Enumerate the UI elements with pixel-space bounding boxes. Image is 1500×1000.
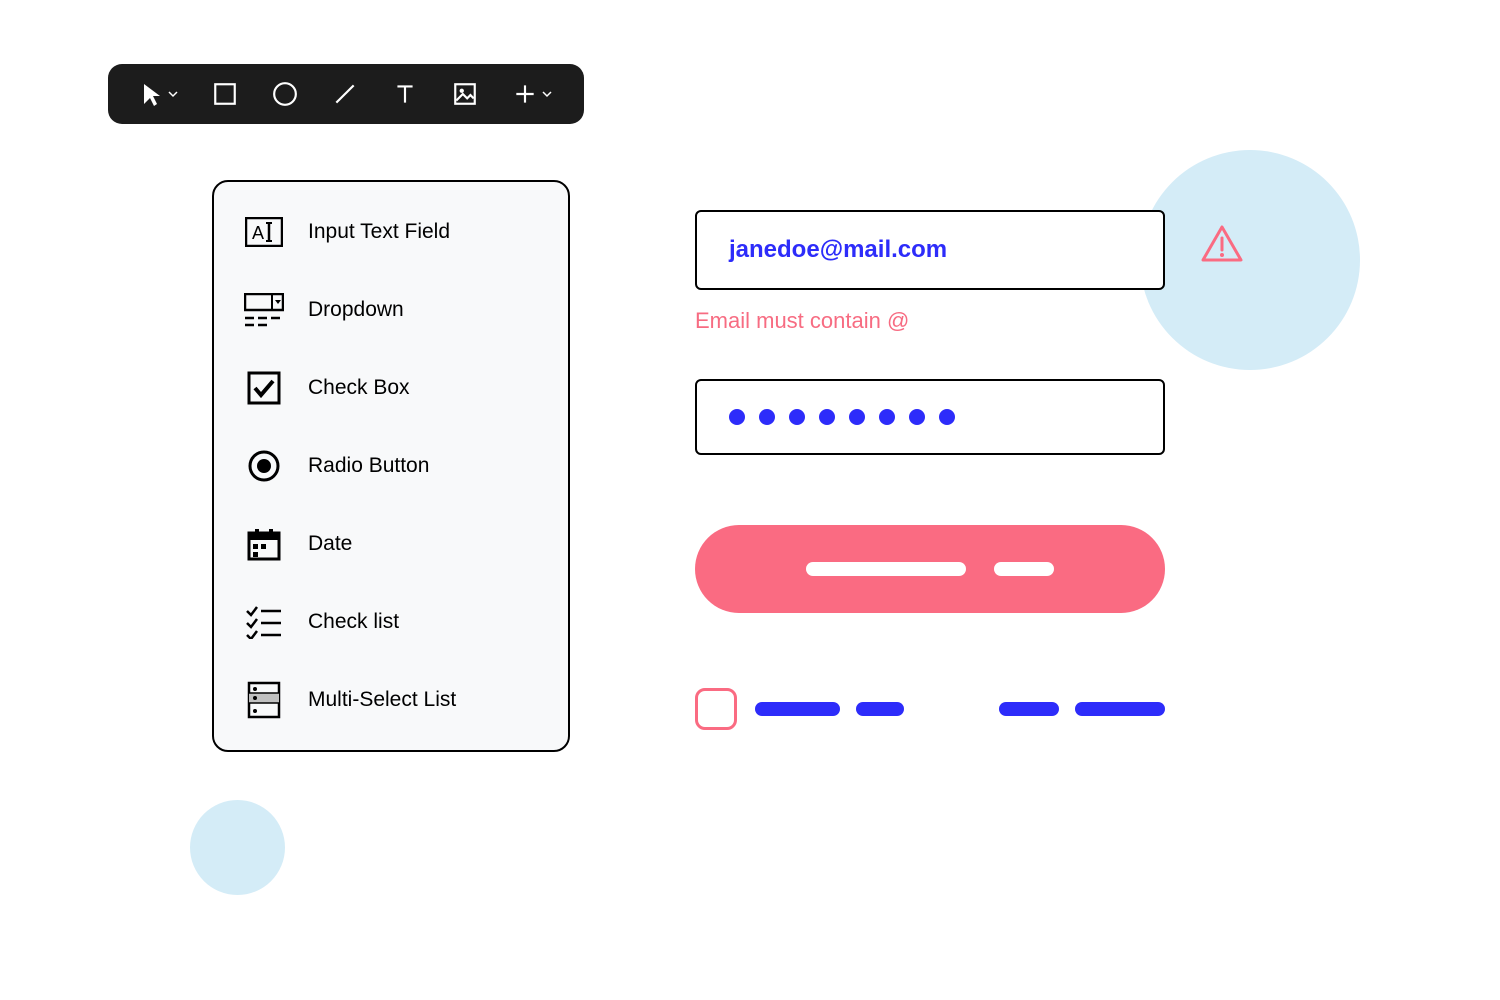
line-icon: [332, 81, 358, 107]
checkbox-icon: [244, 368, 284, 408]
line-tool[interactable]: [332, 81, 358, 107]
multiselect-icon: [244, 680, 284, 720]
form-preview: janedoe@mail.com Email must contain @: [695, 210, 1165, 730]
placeholder-link[interactable]: [999, 702, 1165, 716]
tool-toolbar: [108, 64, 584, 124]
chevron-down-icon: [168, 89, 178, 99]
element-palette: A Input Text Field Dropdown Check Box Ra…: [212, 180, 570, 752]
palette-item-label: Check Box: [308, 376, 410, 400]
warning-icon: [1200, 224, 1244, 269]
rectangle-icon: [212, 81, 238, 107]
chevron-down-icon: [542, 89, 552, 99]
decorative-circle-large: [1140, 150, 1360, 370]
checklist-icon: [244, 602, 284, 642]
svg-text:A: A: [252, 223, 264, 243]
calendar-icon: [244, 524, 284, 564]
palette-item-label: Date: [308, 532, 352, 556]
text-tool[interactable]: [392, 81, 418, 107]
password-dot: [819, 409, 835, 425]
email-field[interactable]: janedoe@mail.com: [695, 210, 1165, 290]
circle-icon: [272, 81, 298, 107]
password-dot: [849, 409, 865, 425]
placeholder-text: [755, 702, 904, 716]
image-icon: [452, 81, 478, 107]
password-dot: [789, 409, 805, 425]
cursor-tool[interactable]: [140, 82, 178, 106]
password-dot: [729, 409, 745, 425]
text-input-icon: A: [244, 212, 284, 252]
text-icon: [392, 81, 418, 107]
placeholder-bar: [999, 702, 1059, 716]
palette-item-label: Input Text Field: [308, 220, 450, 244]
palette-item-label: Multi-Select List: [308, 688, 456, 712]
cursor-icon: [140, 82, 164, 106]
palette-item-date[interactable]: Date: [244, 524, 540, 564]
palette-item-dropdown[interactable]: Dropdown: [244, 290, 540, 330]
dropdown-icon: [244, 290, 284, 330]
placeholder-bar: [994, 562, 1054, 576]
placeholder-bar: [1075, 702, 1165, 716]
rectangle-tool[interactable]: [212, 81, 238, 107]
password-dot: [879, 409, 895, 425]
image-tool[interactable]: [452, 81, 478, 107]
checkbox-row: [695, 688, 1165, 730]
palette-item-checklist[interactable]: Check list: [244, 602, 540, 642]
palette-item-radio[interactable]: Radio Button: [244, 446, 540, 486]
palette-item-label: Radio Button: [308, 454, 429, 478]
submit-button[interactable]: [695, 525, 1165, 613]
plus-icon: [512, 81, 538, 107]
palette-item-multiselect[interactable]: Multi-Select List: [244, 680, 540, 720]
password-field[interactable]: [695, 379, 1165, 455]
placeholder-bar: [806, 562, 966, 576]
circle-tool[interactable]: [272, 81, 298, 107]
password-dot: [909, 409, 925, 425]
placeholder-bar: [856, 702, 904, 716]
palette-item-label: Dropdown: [308, 298, 404, 322]
password-dot: [939, 409, 955, 425]
placeholder-bar: [755, 702, 840, 716]
add-tool[interactable]: [512, 81, 552, 107]
checkbox-input[interactable]: [695, 688, 737, 730]
radio-icon: [244, 446, 284, 486]
decorative-circle-small: [190, 800, 285, 895]
password-dot: [759, 409, 775, 425]
palette-item-checkbox[interactable]: Check Box: [244, 368, 540, 408]
palette-item-label: Check list: [308, 610, 399, 634]
palette-item-input-text[interactable]: A Input Text Field: [244, 212, 540, 252]
email-error-message: Email must contain @: [695, 308, 1165, 334]
